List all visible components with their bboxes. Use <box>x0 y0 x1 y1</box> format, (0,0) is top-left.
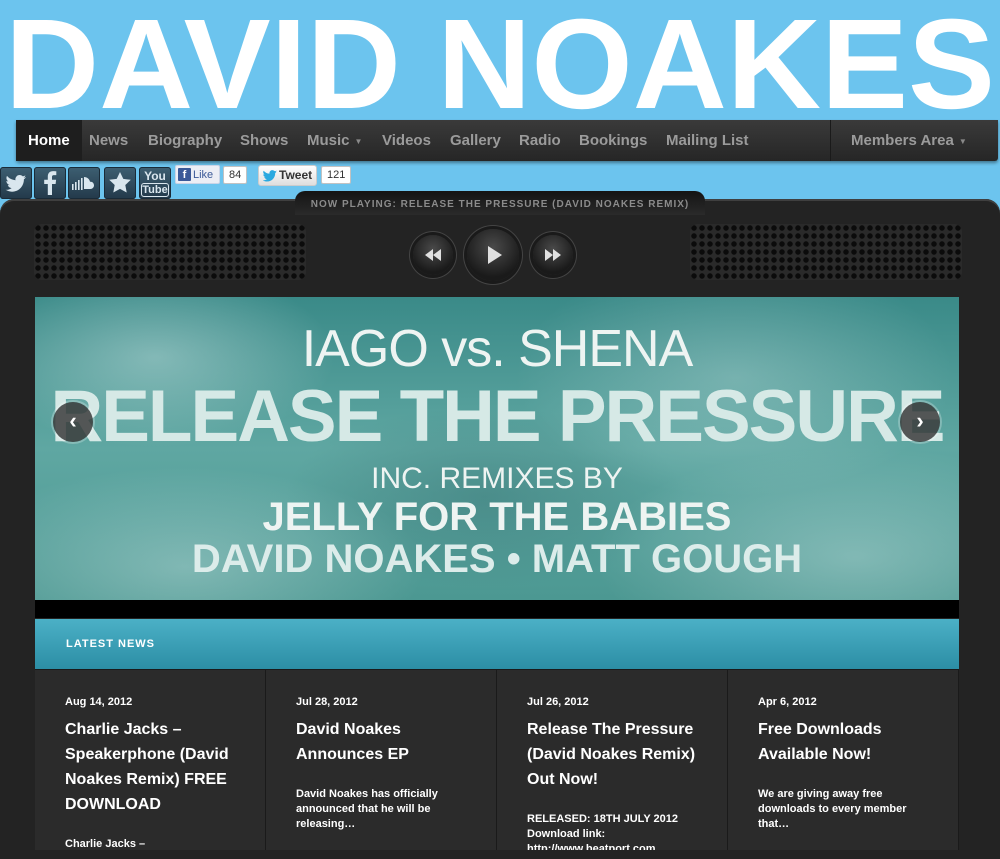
youtube-top-label: You <box>144 169 166 183</box>
twitter-bird-icon <box>263 170 277 182</box>
nav-divider <box>830 120 831 161</box>
speaker-grille-left <box>34 224 306 280</box>
facebook-icon[interactable] <box>34 167 66 199</box>
featured-slider: IAGO vs. SHENA RELEASE THE PRESSURE INC.… <box>35 297 959 618</box>
news-excerpt: We are giving away free downloads to eve… <box>758 788 907 830</box>
slider-prev-button[interactable]: ‹ <box>53 402 93 442</box>
news-excerpt: Charlie Jacks – <box>65 838 146 850</box>
nav-bookings-label: Bookings <box>579 132 648 149</box>
nav-gallery[interactable]: Gallery <box>438 120 513 161</box>
news-date: Apr 6, 2012 <box>758 696 817 708</box>
slide-title: RELEASE THE PRESSURE <box>50 376 946 457</box>
news-title[interactable]: Release The Pressure (David Noakes Remix… <box>527 717 707 792</box>
nav-members-label: Members Area <box>851 132 954 149</box>
news-title[interactable]: Charlie Jacks – Speakerphone (David Noak… <box>65 717 245 817</box>
news-excerpt: David Noakes has officially announced th… <box>296 788 438 830</box>
chevron-down-icon: ▼ <box>354 136 363 146</box>
slide-artists: IAGO vs. SHENA <box>301 320 694 378</box>
slider-next-button[interactable]: › <box>900 402 940 442</box>
nav-shows-label: Shows <box>240 132 289 149</box>
latest-news-title: LATEST NEWS <box>66 638 156 650</box>
fast-forward-button[interactable] <box>533 235 573 275</box>
news-item[interactable]: Jul 26, 2012 Release The Pressure (David… <box>497 670 728 850</box>
slide-remixer-1: JELLY FOR THE BABIES <box>262 495 732 539</box>
star-icon[interactable] <box>104 167 136 199</box>
nav-gallery-label: Gallery <box>450 132 501 149</box>
news-date: Jul 26, 2012 <box>527 696 589 708</box>
youtube-icon[interactable]: You Tube <box>139 167 171 199</box>
tweet-label: Tweet <box>279 168 313 182</box>
tweet-count: 121 <box>321 166 352 184</box>
nav-mailing-list-label: Mailing List <box>666 132 749 149</box>
fb-like-count: 84 <box>223 166 248 184</box>
soundcloud-icon[interactable] <box>68 167 100 199</box>
play-icon <box>488 246 502 264</box>
nav-biography[interactable]: Biography <box>136 120 234 161</box>
now-playing-text: NOW PLAYING: RELEASE THE PRESSURE (DAVID… <box>310 199 690 210</box>
nav-news-label: News <box>89 132 129 149</box>
site-logo[interactable]: DAVID NOAKES <box>0 0 1000 130</box>
nav-mailing-list[interactable]: Mailing List <box>654 120 761 161</box>
play-button[interactable] <box>467 229 519 281</box>
slide-remixers-2: DAVID NOAKES • MATT GOUGH <box>191 537 803 581</box>
news-title[interactable]: Free Downloads Available Now! <box>758 717 938 767</box>
nav-radio-label: Radio <box>519 132 561 149</box>
facebook-like-button[interactable]: f Like <box>175 165 220 184</box>
slide-subtitle: INC. REMIXES BY <box>371 462 623 495</box>
nav-music[interactable]: Music ▼ <box>295 120 374 161</box>
news-excerpt: RELEASED: 18TH JULY 2012 Download link: … <box>527 813 679 850</box>
nav-home-label: Home <box>28 132 70 149</box>
news-item[interactable]: Aug 14, 2012 Charlie Jacks – Speakerphon… <box>35 670 266 850</box>
news-title[interactable]: David Noakes Announces EP <box>296 717 476 767</box>
news-item[interactable]: Jul 28, 2012 David Noakes Announces EP D… <box>266 670 497 850</box>
nav-biography-label: Biography <box>148 132 223 149</box>
tweet-button[interactable]: Tweet <box>258 165 317 186</box>
fast-forward-icon <box>545 249 561 261</box>
news-item[interactable]: Apr 6, 2012 Free Downloads Available Now… <box>728 670 959 850</box>
chevron-down-icon: ▼ <box>958 136 967 146</box>
nav-shows[interactable]: Shows <box>228 120 300 161</box>
chevron-right-icon: › <box>916 408 924 433</box>
nav-radio[interactable]: Radio <box>507 120 573 161</box>
nav-music-label: Music <box>307 132 350 149</box>
nav-videos[interactable]: Videos <box>370 120 443 161</box>
rewind-icon <box>425 249 441 261</box>
twitter-icon[interactable] <box>0 167 32 199</box>
news-date: Jul 28, 2012 <box>296 696 358 708</box>
nav-members-area[interactable]: Members Area ▼ <box>839 120 979 161</box>
nav-home[interactable]: Home <box>16 120 82 161</box>
fb-like-label: Like <box>193 169 214 181</box>
rewind-button[interactable] <box>413 235 453 275</box>
nav-bookings[interactable]: Bookings <box>567 120 659 161</box>
latest-news-header: LATEST NEWS <box>35 619 959 670</box>
chevron-left-icon: ‹ <box>69 408 77 433</box>
nav-videos-label: Videos <box>382 132 431 149</box>
youtube-bottom-label: Tube <box>141 183 169 197</box>
main-nav: Home News Biography Shows Music ▼ Videos … <box>16 120 998 161</box>
release-artwork[interactable]: IAGO vs. SHENA RELEASE THE PRESSURE INC.… <box>35 297 959 600</box>
nav-news[interactable]: News <box>77 120 140 161</box>
logo-text: DAVID NOAKES <box>5 0 995 130</box>
speaker-grille-right <box>690 224 962 280</box>
news-date: Aug 14, 2012 <box>65 696 133 708</box>
site-banner: DAVID NOAKES <box>0 0 1000 130</box>
facebook-f-icon: f <box>178 168 191 181</box>
